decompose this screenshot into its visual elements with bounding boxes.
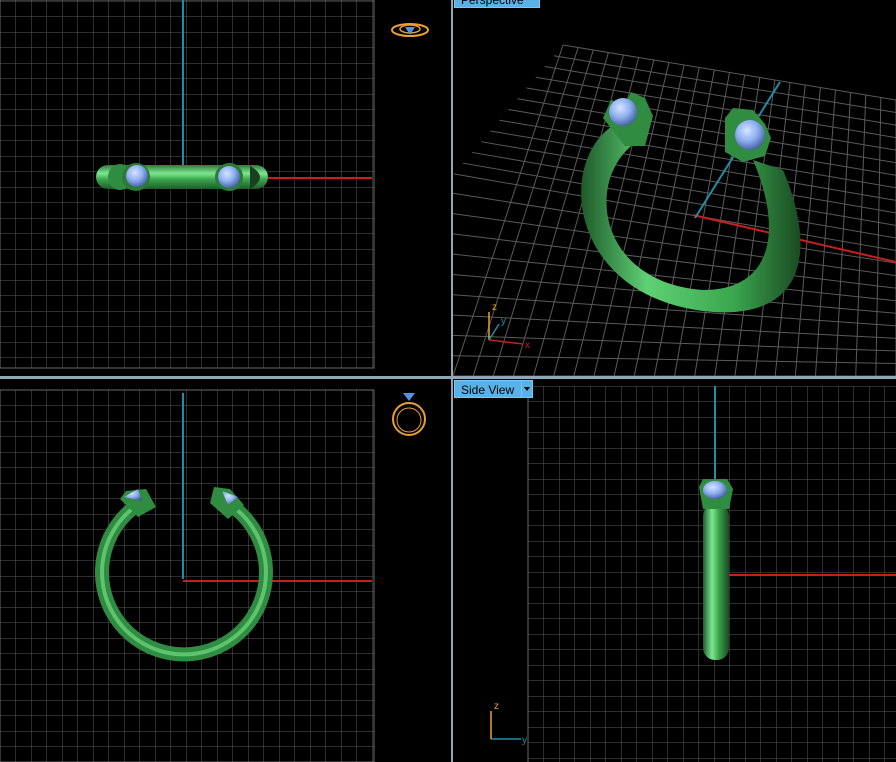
grid-line	[453, 192, 896, 264]
front-viewport-canvas[interactable]	[0, 379, 451, 762]
perspective-canvas[interactable]: x z y	[453, 0, 896, 376]
grid-line	[508, 108, 896, 176]
perspective-grid	[453, 44, 896, 376]
side-viewport-canvas[interactable]: y z	[453, 379, 896, 762]
grid-line	[535, 76, 896, 139]
grid-line	[875, 97, 882, 376]
axis-z-label: z	[492, 302, 497, 313]
grid-line	[453, 213, 896, 277]
perspective-viewport[interactable]: x z y Perspective	[453, 0, 896, 376]
side-view-label[interactable]: Side View	[454, 380, 522, 398]
grid-line	[472, 151, 896, 226]
perspective-label[interactable]: Perspective	[454, 0, 540, 8]
axis-gizmo-icon: x z y	[488, 302, 530, 351]
ring-side-model[interactable]	[699, 479, 733, 660]
side-view-dropdown-icon[interactable]	[521, 380, 533, 398]
axis-y-label: y	[501, 316, 506, 327]
grid	[0, 390, 374, 762]
viewport-divider-horizontal[interactable]	[0, 376, 896, 379]
ring-top-icon[interactable]	[391, 23, 429, 37]
grid-line	[462, 162, 896, 239]
top-viewport[interactable]	[0, 0, 451, 376]
grid-line	[544, 65, 896, 126]
axis-x-label: x	[525, 340, 530, 351]
grid-line	[814, 89, 836, 376]
viewport-divider-vertical[interactable]	[451, 0, 453, 762]
front-viewport[interactable]	[0, 379, 451, 762]
axis-y-label: y	[522, 735, 527, 746]
grid-line	[835, 92, 852, 376]
grid-line	[653, 69, 715, 376]
top-viewport-canvas[interactable]	[0, 0, 451, 376]
grid-line	[453, 314, 896, 339]
side-viewport[interactable]: y z Side View	[453, 379, 896, 762]
axis-z-label: z	[494, 701, 499, 712]
ring-top-model[interactable]	[96, 163, 268, 191]
grid-line	[453, 173, 896, 252]
ring-front-icon[interactable]	[392, 393, 426, 436]
grid-line	[855, 94, 867, 376]
axis-gizmo-icon: y z	[490, 701, 527, 746]
